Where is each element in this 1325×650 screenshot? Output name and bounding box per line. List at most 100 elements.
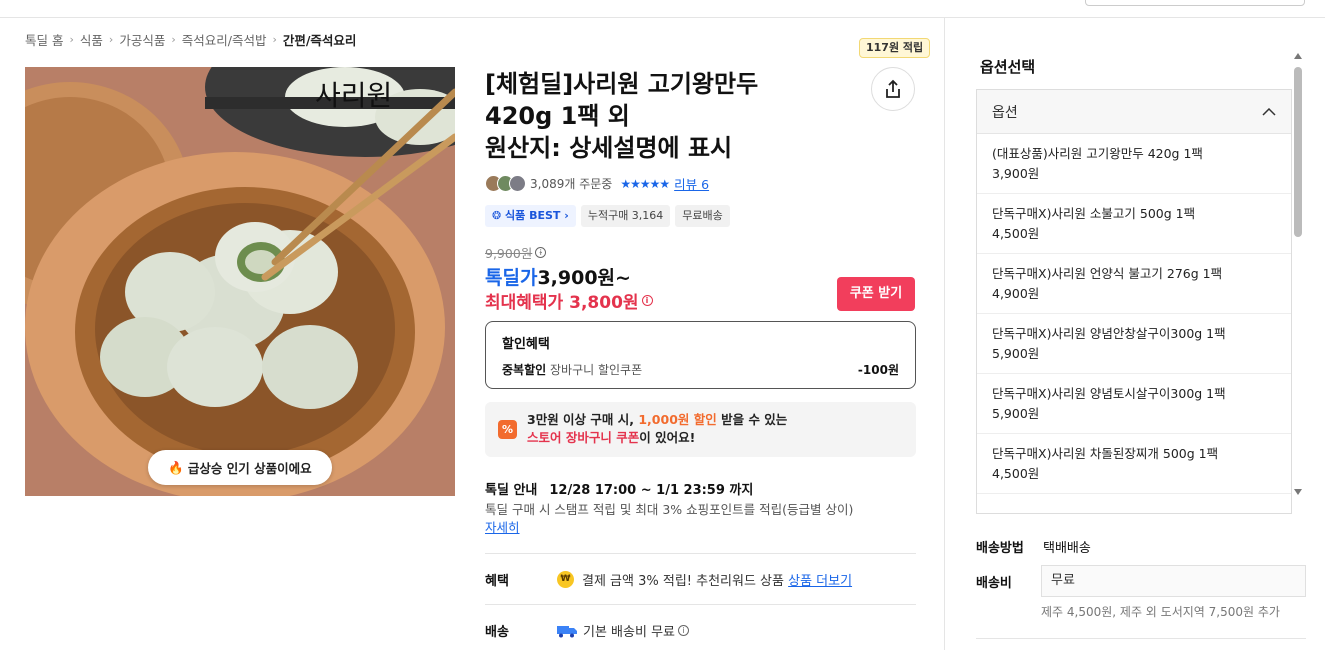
chevron-up-icon	[1262, 107, 1276, 116]
product-image[interactable]: 사리원 🔥 급상승 인기 상품이에요	[25, 67, 455, 496]
benefit-label: 혜택	[485, 574, 509, 589]
promo-line-2: 스토어 장바구니 쿠폰이 있어요!	[527, 430, 696, 445]
order-review-row: 3,089개 주문중 ★★★★★ 리뷰 6	[485, 174, 709, 193]
product-title: [체험딜]사리원 고기왕만두 420g 1팩 외 원산지: 상세설명에 표시	[485, 68, 845, 164]
top-nav-strip	[0, 0, 1325, 18]
option-item[interactable]: 단독구매X)사리원 양념토시살구이300g 1팩 5,900원	[977, 374, 1291, 434]
shipping-method-label: 배송방법	[976, 541, 1024, 556]
deal-price-label: 톡딜가	[485, 267, 538, 289]
chevron-right-icon: ›	[69, 33, 74, 46]
shipping-fee-label: 배송비	[976, 575, 1012, 591]
divider	[485, 553, 916, 554]
discount-row-value: -100원	[857, 363, 899, 377]
breadcrumb: 톡딜 홈 › 식품 › 가공식품 › 즉석요리/즉석밥 › 간편/즉석요리	[25, 30, 356, 49]
discount-row-label: 중복할인	[502, 363, 547, 377]
discount-title: 할인혜택	[502, 337, 550, 352]
details-link[interactable]: 자세히	[485, 520, 520, 535]
max-benefit-price: 최대혜택가 3,800원 i	[485, 288, 653, 313]
title-line-1: [체험딜]사리원 고기왕만두	[485, 70, 759, 98]
hot-badge: 🔥 급상승 인기 상품이에요	[148, 450, 332, 485]
info-icon[interactable]: i	[641, 295, 653, 306]
buyer-avatars	[485, 175, 526, 192]
percent-icon: %	[498, 420, 517, 439]
tag-free-shipping: 무료배송	[675, 205, 730, 227]
info-icon[interactable]: i	[678, 625, 689, 636]
delivery-row: 배송 기본 배송비 무료 i	[485, 621, 689, 640]
option-header[interactable]: 옵션	[977, 90, 1291, 134]
deal-price-amount: 3,900원~	[537, 267, 631, 289]
avatar	[509, 175, 526, 192]
shipping-fee-select[interactable]: 무료	[1041, 565, 1306, 597]
option-item[interactable]: 단독구매X)사리원 차돌된장찌개 500g 1팩 4,500원	[977, 434, 1291, 494]
coin-icon: ₩	[557, 571, 574, 588]
breadcrumb-instant-food[interactable]: 즉석요리/즉석밥	[182, 30, 267, 49]
chevron-right-icon: ›	[272, 33, 277, 46]
benefit-text: 결제 금액 3% 적립! 추천리워드 상품	[582, 574, 784, 589]
deal-price: 톡딜가3,900원~	[485, 263, 631, 290]
shipping-method: 배송방법 택배배송	[976, 537, 1091, 556]
deal-period-label: 톡딜 안내	[485, 483, 538, 498]
best-badge-icon: ❂	[492, 209, 506, 222]
coupon-button[interactable]: 쿠폰 받기	[837, 277, 915, 311]
scroll-thumb[interactable]	[1294, 67, 1302, 237]
promo-banner[interactable]: % 3만원 이상 구매 시, 1,000원 할인 받을 수 있는 스토어 장바구…	[485, 402, 916, 457]
scroll-down-icon[interactable]	[1294, 489, 1302, 495]
breadcrumb-processed-food[interactable]: 가공식품	[119, 30, 165, 49]
fire-icon: 🔥	[168, 459, 184, 475]
breadcrumb-home[interactable]: 톡딜 홈	[25, 30, 63, 49]
original-price-value: 9,900원	[485, 246, 533, 261]
shipping-fee-row: 배송비 무료	[976, 565, 1306, 597]
delivery-text: 기본 배송비 무료	[583, 625, 675, 640]
benefit-row: 혜택 ₩ 결제 금액 3% 적립! 추천리워드 상품 상품 더보기	[485, 570, 852, 589]
divider	[485, 604, 916, 605]
chevron-right-icon: ›	[171, 33, 176, 46]
option-item[interactable]: (대표상품)사리원 고기왕만두 420g 1팩 3,900원	[977, 134, 1291, 194]
original-price: 9,900원 i	[485, 243, 547, 262]
truck-icon	[557, 625, 577, 637]
hot-badge-label: 급상승 인기 상품이에요	[187, 461, 312, 476]
stamp-info-text: 톡딜 구매 시 스탬프 적립 및 최대 3% 쇼핑포인트를 적립(등급별 상이)	[485, 502, 854, 517]
option-panel: 옵션선택 옵션 (대표상품)사리원 고기왕만두 420g 1팩 3,900원 단독…	[944, 18, 1325, 650]
points-badge: 117원 적립	[859, 38, 931, 58]
chevron-right-icon: ›	[560, 209, 569, 222]
option-scrollbar[interactable]	[1293, 53, 1303, 495]
tag-cumulative: 누적구매 3,164	[580, 205, 671, 227]
discount-row-desc: 장바구니 할인쿠폰	[550, 363, 643, 377]
option-item[interactable]: 단독구매X)사리원 양념안창살구이300g 1팩 5,900원	[977, 314, 1291, 374]
divider	[976, 638, 1306, 639]
option-dropdown[interactable]: 옵션 (대표상품)사리원 고기왕만두 420g 1팩 3,900원 단독구매X)사…	[976, 89, 1292, 514]
option-item[interactable]: 단독구매X)사리원 소불고기 500g 1팩 4,500원	[977, 194, 1291, 254]
max-price-label: 최대혜택가	[485, 293, 564, 313]
share-button[interactable]	[871, 67, 915, 111]
option-header-label: 옵션	[992, 104, 1018, 121]
deal-period: 톡딜 안내 12/28 17:00 ~ 1/1 23:59 까지	[485, 479, 753, 498]
discount-row: 중복할인 장바구니 할인쿠폰 -100원	[502, 361, 899, 378]
review-link[interactable]: 리뷰 6	[674, 174, 709, 193]
breadcrumb-food[interactable]: 식품	[80, 30, 103, 49]
share-icon	[886, 79, 900, 98]
option-item[interactable]: 단독구매X)사리원 언양식 불고기 276g 1팩 4,900원	[977, 254, 1291, 314]
stamp-info: 톡딜 구매 시 스탬프 적립 및 최대 3% 쇼핑포인트를 적립(등급별 상이)…	[485, 501, 925, 537]
max-price-amount: 3,800원	[569, 293, 639, 313]
order-count: 3,089개 주문중	[530, 177, 613, 191]
deal-period-value: 12/28 17:00 ~ 1/1 23:59 까지	[549, 483, 754, 498]
title-line-3: 원산지: 상세설명에 표시	[485, 134, 733, 162]
discount-box: 할인혜택 중복할인 장바구니 할인쿠폰 -100원	[485, 321, 916, 389]
rating-stars-icon: ★★★★★	[620, 176, 670, 191]
info-icon[interactable]: i	[535, 247, 547, 258]
search-box-edge[interactable]	[1085, 0, 1305, 6]
delivery-label: 배송	[485, 625, 509, 640]
dumpling-photo: 사리원	[25, 67, 455, 496]
brand-logo-text: 사리원	[315, 79, 392, 112]
scroll-up-icon[interactable]	[1294, 53, 1302, 59]
title-line-2: 420g 1팩 외	[485, 102, 630, 130]
breadcrumb-current[interactable]: 간편/즉석요리	[283, 30, 357, 49]
shipping-method-value: 택배배송	[1043, 541, 1091, 556]
shipping-note: 제주 4,500원, 제주 외 도서지역 7,500원 추가	[1041, 605, 1280, 619]
promo-line-1: 3만원 이상 구매 시, 1,000원 할인 받을 수 있는	[527, 412, 788, 427]
tag-best[interactable]: ❂ 식품 BEST ›	[485, 205, 576, 227]
chevron-right-icon: ›	[108, 33, 114, 46]
option-title: 옵션선택	[980, 58, 1036, 76]
more-products-link[interactable]: 상품 더보기	[788, 570, 852, 589]
product-tags: ❂ 식품 BEST › 누적구매 3,164 무료배송	[485, 205, 730, 227]
